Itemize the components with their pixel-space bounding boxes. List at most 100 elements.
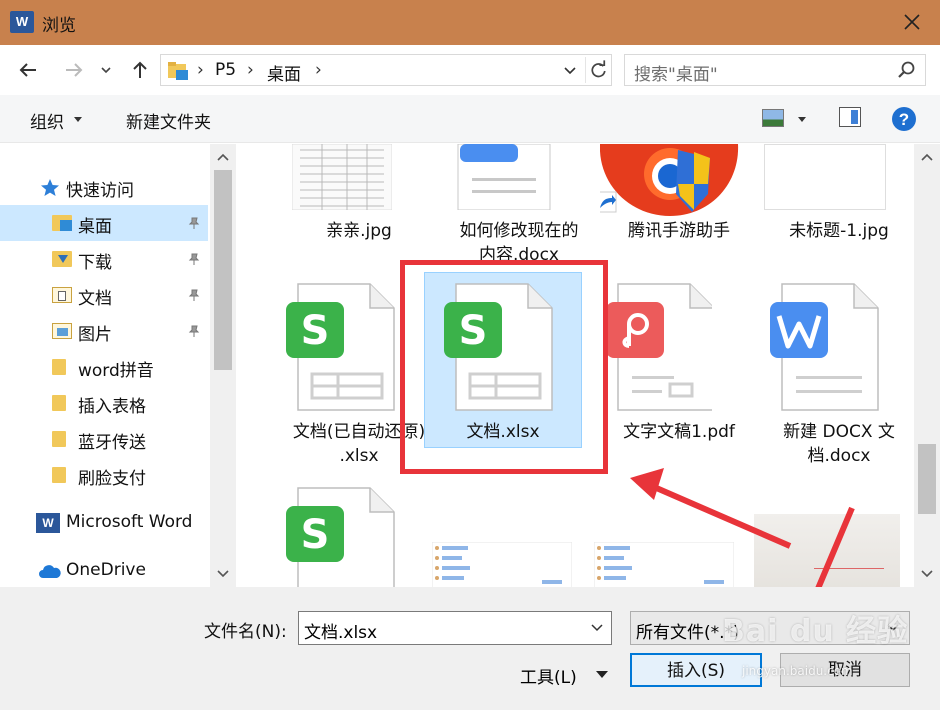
sidebar-item-label: 文档 [78, 289, 112, 309]
pin-icon[interactable] [188, 289, 200, 301]
sidebar-item-documents[interactable]: 文档 [0, 277, 208, 313]
tools-button[interactable]: 工具(L) [520, 663, 577, 688]
baidu-watermark-url: jingyan.baidu.com [742, 664, 853, 678]
change-view-icon[interactable] [762, 109, 784, 127]
docx-icon [770, 283, 879, 411]
annotation-highlight-box [400, 260, 608, 474]
pin-icon[interactable] [188, 325, 200, 337]
file-tile-untitled-jpg[interactable]: 未标题-1.jpg [760, 144, 914, 254]
new-folder-button[interactable]: 新建文件夹 [126, 108, 211, 133]
sidebar-item-label: Microsoft Word [66, 512, 193, 532]
breadcrumb-separator: › [197, 60, 204, 80]
folder-icon [52, 431, 66, 447]
file-list-scrollbar[interactable] [914, 144, 940, 587]
file-tile-new-docx[interactable]: 新建 DOCX 文 档.docx [760, 280, 914, 480]
chevron-down-icon[interactable] [589, 619, 605, 635]
breadcrumb-desktop[interactable]: 桌面 [267, 60, 301, 85]
refresh-icon[interactable] [585, 57, 611, 83]
address-row: › P5 › 桌面 › 搜索"桌面" [0, 45, 940, 95]
forward-arrow-icon[interactable] [60, 56, 88, 84]
sidebar-item-onedrive[interactable]: OneDrive [0, 553, 208, 589]
scroll-up-icon[interactable] [914, 144, 940, 170]
word-icon: W [36, 513, 60, 533]
breadcrumb-p5[interactable]: P5 [215, 60, 236, 80]
cloud-icon [39, 565, 61, 578]
image-thumbnail [431, 541, 573, 587]
search-box[interactable]: 搜索"桌面" [624, 54, 926, 86]
filename-combobox[interactable]: 文档.xlsx [298, 611, 612, 645]
sidebar-item-face-pay[interactable]: 刷脸支付 [0, 457, 208, 493]
documents-folder-icon [52, 287, 72, 303]
address-dropdown-icon[interactable] [557, 57, 583, 83]
pin-icon[interactable] [188, 217, 200, 229]
sidebar-quick-access[interactable]: 快速访问 [0, 169, 208, 205]
preview-pane-icon[interactable] [839, 107, 861, 127]
pictures-folder-icon [52, 323, 72, 339]
scroll-down-icon[interactable] [914, 561, 940, 587]
sidebar-scroll-thumb[interactable] [214, 170, 232, 370]
sidebar-item-label: 插入表格 [78, 397, 146, 417]
folder-icon [52, 395, 66, 411]
scroll-up-icon[interactable] [210, 144, 236, 170]
organize-button[interactable]: 组织 [30, 108, 64, 133]
desktop-folder-icon [52, 215, 72, 231]
search-icon[interactable] [897, 60, 917, 80]
navigation-pane: 快速访问 桌面 下载 文档 图片 word拼音 插入表格 蓝牙传送 刷脸支付 W [0, 144, 236, 587]
view-caret-icon[interactable] [798, 117, 806, 122]
file-tile-text-draft-pdf[interactable]: 文字文稿1.pdf [600, 280, 758, 450]
sidebar-item-insert-table[interactable]: 插入表格 [0, 385, 208, 421]
breadcrumb-separator[interactable]: › [247, 60, 254, 80]
sidebar-item-label: 下载 [78, 253, 112, 273]
baidu-watermark: Bai du 经验 [722, 614, 909, 649]
file-name-line-1: 如何修改现在的 [459, 221, 579, 241]
file-name: 亲亲.jpg [326, 221, 392, 241]
back-arrow-icon[interactable] [14, 56, 42, 84]
tools-caret-icon[interactable] [596, 671, 608, 678]
file-tile-screenshot-1[interactable] [431, 541, 590, 587]
up-arrow-icon[interactable] [126, 56, 154, 84]
folder-icon [52, 359, 66, 375]
breadcrumb-separator[interactable]: › [315, 60, 322, 80]
sidebar-scrollbar[interactable] [210, 144, 236, 587]
scroll-down-icon[interactable] [210, 561, 236, 587]
help-icon[interactable]: ? [891, 106, 917, 132]
search-input[interactable]: 搜索"桌面" [634, 60, 718, 85]
sidebar-item-desktop[interactable]: 桌面 [0, 205, 208, 241]
sidebar-item-microsoft-word[interactable]: W Microsoft Word [0, 505, 208, 541]
file-tile-tencent-assistant[interactable]: 腾讯手游助手 [600, 144, 758, 254]
docx-icon [457, 144, 551, 210]
sidebar-item-bluetooth[interactable]: 蓝牙传送 [0, 421, 208, 457]
filename-label: 文件名(N): [204, 622, 287, 642]
sidebar-item-word-pinyin[interactable]: word拼音 [0, 349, 208, 385]
star-icon [41, 179, 59, 196]
sidebar-item-label: 蓝牙传送 [78, 433, 146, 453]
file-name: 未标题-1.jpg [789, 221, 889, 241]
sidebar-item-label: 快速访问 [66, 181, 134, 201]
pin-icon[interactable] [188, 253, 200, 265]
sidebar-item-label: 桌面 [78, 217, 112, 237]
window-title: 浏览 [42, 16, 76, 36]
file-name: 腾讯手游助手 [628, 221, 730, 241]
folder-icon [52, 467, 66, 483]
file-tile-modify-docx[interactable]: 如何修改现在的 内容.docx [440, 144, 598, 265]
recent-locations-chevron-icon[interactable] [96, 56, 116, 84]
address-bar[interactable]: › P5 › 桌面 › [160, 54, 612, 86]
image-thumbnail [764, 144, 886, 210]
file-list-scroll-thumb[interactable] [918, 444, 936, 514]
file-tile-xlsx-partial[interactable]: S [280, 484, 438, 587]
title-bar: W 浏览 [0, 0, 940, 45]
sidebar-item-label: word拼音 [78, 361, 154, 381]
file-name-line-1: 新建 DOCX 文 [783, 422, 895, 442]
sidebar-item-pictures[interactable]: 图片 [0, 313, 208, 349]
file-tile-qinqin-jpg[interactable]: 亲亲.jpg [280, 144, 438, 254]
file-name: 文字文稿1.pdf [623, 422, 735, 442]
sidebar-item-downloads[interactable]: 下载 [0, 241, 208, 277]
filename-input[interactable]: 文档.xlsx [304, 618, 377, 643]
tencent-game-assistant-icon [600, 144, 739, 216]
xlsx-icon: S [286, 283, 395, 411]
sidebar-item-label: 刷脸支付 [78, 469, 146, 489]
organize-caret-icon[interactable] [74, 117, 82, 122]
close-icon[interactable] [898, 8, 926, 36]
pdf-icon [606, 283, 712, 411]
svg-text:S: S [301, 512, 330, 558]
